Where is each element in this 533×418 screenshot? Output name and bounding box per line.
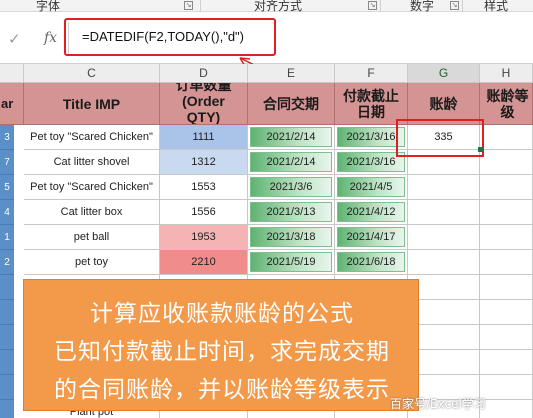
column-header-g[interactable]: G [408, 64, 480, 83]
row-number[interactable]: 3 [0, 125, 14, 150]
cell-age[interactable] [408, 225, 480, 250]
dialog-launcher-icon[interactable]: ↘ [184, 1, 193, 10]
date-value: 2021/3/13 [250, 202, 332, 222]
cell-age[interactable] [408, 175, 480, 200]
header-cell-qty[interactable]: 订单数量 (Order QTY) [160, 83, 248, 125]
row-number[interactable] [0, 275, 14, 300]
overlay-line-2: 已知付款截止时间，求完成交期 [54, 339, 390, 365]
cell-age[interactable] [408, 200, 480, 225]
cell-grade[interactable] [480, 350, 533, 375]
date-value: 2021/3/16 [337, 152, 405, 172]
column-header-c[interactable]: C [24, 64, 160, 83]
header-deadline-line2: 日期 [357, 103, 385, 120]
cell-title[interactable]: Pet toy "Scared Chicken" [24, 175, 160, 200]
watermark-text: 百家号/Excel学习 [390, 397, 486, 411]
header-qty-line1: 订单数量 [175, 83, 232, 93]
selected-cell-highlight [396, 119, 484, 157]
row-number[interactable]: 4 [0, 200, 14, 225]
cell-contract[interactable]: 2021/3/18 [248, 225, 335, 250]
formula-bar: ✓ fx =DATEDIF(F2,TODAY(),"d") [0, 12, 533, 64]
row-number[interactable] [0, 350, 14, 375]
column-header-partial[interactable] [0, 64, 24, 83]
cell-qty[interactable]: 1953 [160, 225, 248, 250]
cell-grade[interactable] [480, 225, 533, 250]
cell-grade[interactable] [480, 275, 533, 300]
cell-grade[interactable] [480, 400, 533, 418]
fill-handle[interactable] [478, 147, 483, 152]
date-value: 2021/4/12 [337, 202, 405, 222]
ribbon-separator [200, 0, 201, 12]
column-header-d[interactable]: D [160, 64, 248, 83]
ribbon-separator [462, 0, 463, 12]
date-value: 2021/3/6 [250, 177, 332, 197]
header-deadline-line1: 付款截止 [343, 87, 399, 104]
row-number[interactable]: 2 [0, 250, 14, 275]
cell-grade[interactable] [480, 325, 533, 350]
row-number[interactable] [0, 300, 14, 325]
date-value: 2021/4/5 [337, 177, 405, 197]
cell-deadline[interactable]: 2021/6/18 [335, 250, 408, 275]
cell-contract[interactable]: 2021/2/14 [248, 150, 335, 175]
cell-grade[interactable] [480, 250, 533, 275]
column-header-e[interactable]: E [248, 64, 335, 83]
cell-contract[interactable]: 2021/3/6 [248, 175, 335, 200]
ribbon-separator [380, 0, 381, 12]
dialog-launcher-icon[interactable]: ↘ [450, 1, 459, 10]
row-number[interactable] [0, 325, 14, 350]
header-cell-partial[interactable]: ar [0, 83, 24, 125]
cell-title[interactable]: Pet toy "Scared Chicken" [24, 125, 160, 150]
column-header-f[interactable]: F [335, 64, 408, 83]
date-value: 2021/6/18 [337, 252, 405, 272]
cell-grade[interactable] [480, 125, 533, 150]
header-cell-grade[interactable]: 账龄等级 [480, 83, 533, 125]
date-value: 2021/5/19 [250, 252, 332, 272]
date-value: 2021/3/16 [337, 127, 405, 147]
cell-deadline[interactable]: 2021/4/5 [335, 175, 408, 200]
cell-age[interactable] [408, 250, 480, 275]
cell-title[interactable]: pet ball [24, 225, 160, 250]
check-icon[interactable]: ✓ [8, 30, 21, 48]
formula-input[interactable]: =DATEDIF(F2,TODAY(),"d") [64, 18, 276, 56]
cell-qty[interactable]: 2210 [160, 250, 248, 275]
cell-grade[interactable] [480, 200, 533, 225]
date-value: 2021/2/14 [250, 152, 332, 172]
cell-contract[interactable]: 2021/2/14 [248, 125, 335, 150]
fx-icon[interactable]: fx [44, 30, 57, 46]
date-value: 2021/4/17 [337, 227, 405, 247]
overlay-line-3: 的合同账龄，并以账龄等级表示 [54, 377, 390, 403]
date-value: 2021/2/14 [250, 127, 332, 147]
cell-contract[interactable]: 2021/5/19 [248, 250, 335, 275]
cell-contract[interactable]: 2021/3/13 [248, 200, 335, 225]
cell-title[interactable]: Cat litter shovel [24, 150, 160, 175]
cell-deadline[interactable]: 2021/4/17 [335, 225, 408, 250]
cell-grade[interactable] [480, 150, 533, 175]
header-qty-line2: (Order [182, 93, 225, 109]
cell-grade[interactable] [480, 375, 533, 400]
row-number[interactable]: 5 [0, 175, 14, 200]
column-header-h[interactable]: H [480, 64, 533, 83]
row-number[interactable] [0, 375, 14, 400]
cell-grade[interactable] [480, 175, 533, 200]
row-number[interactable]: 7 [0, 150, 14, 175]
header-cell-title[interactable]: Title IMP [24, 83, 160, 125]
annotation-overlay: 计算应收账款账龄的公式 已知付款截止时间，求完成交期 的合同账龄，并以账龄等级表… [23, 279, 419, 411]
cell-title[interactable]: pet toy [24, 250, 160, 275]
cell-grade[interactable] [480, 300, 533, 325]
cell-title[interactable]: Cat litter box [24, 200, 160, 225]
cell-qty[interactable]: 1111 [160, 125, 248, 150]
ribbon-group-strip: 字体 ↘ 对齐方式 ↘ 数字 ↘ 样式 [0, 0, 533, 13]
date-value: 2021/3/18 [250, 227, 332, 247]
overlay-line-1: 计算应收账款账龄的公式 [90, 301, 354, 327]
cell-qty[interactable]: 1553 [160, 175, 248, 200]
header-cell-contract[interactable]: 合同交期 [248, 83, 335, 125]
dialog-launcher-icon[interactable]: ↘ [368, 1, 377, 10]
row-number[interactable]: 1 [0, 225, 14, 250]
cell-qty[interactable]: 1556 [160, 200, 248, 225]
cell-deadline[interactable]: 2021/4/12 [335, 200, 408, 225]
header-qty-line3: QTY) [186, 109, 221, 125]
row-number[interactable] [0, 400, 14, 418]
cell-qty[interactable]: 1312 [160, 150, 248, 175]
